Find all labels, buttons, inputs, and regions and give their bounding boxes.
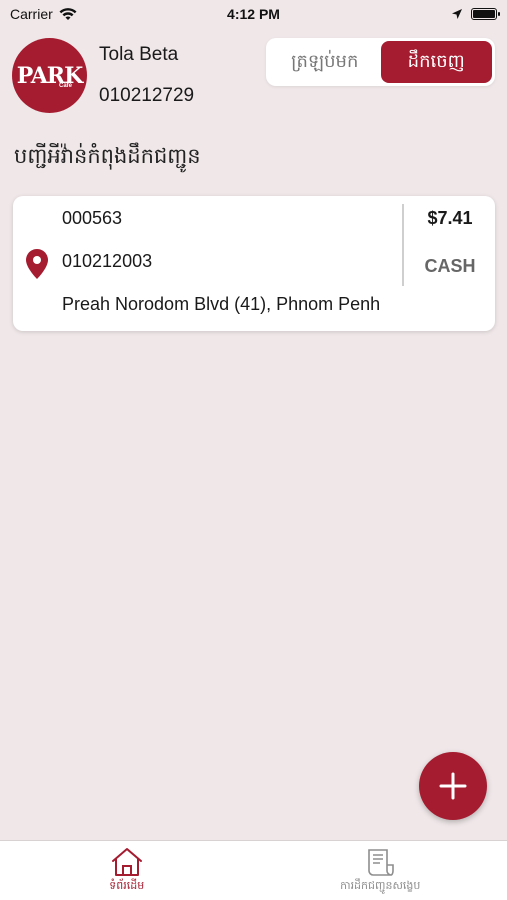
location-arrow-icon — [452, 9, 462, 19]
plus-icon — [439, 772, 467, 800]
location-pin-icon — [26, 249, 48, 279]
status-bar: Carrier 4:12 PM — [0, 0, 507, 28]
segment-return[interactable]: ត្រឡប់មក — [269, 41, 381, 83]
tab-delivery-summary[interactable]: ការដឹកជញ្ជូនសង្ខេប — [254, 841, 507, 900]
tab-delivery-summary-label: ការដឹកជញ្ជូនសង្ខេប — [340, 880, 421, 892]
segment-outgoing[interactable]: ដឹកចេញ — [380, 41, 492, 83]
card-divider — [402, 204, 404, 286]
section-title: បញ្ជីអីវ៉ាន់កំពុងដឹកជញ្ជូន — [14, 145, 201, 168]
status-right — [451, 8, 500, 20]
receipt-icon — [368, 849, 395, 876]
wifi-icon — [59, 8, 77, 20]
carrier-label: Carrier — [10, 6, 53, 22]
user-name: Tola Beta — [99, 44, 179, 65]
status-left: Carrier — [10, 6, 77, 22]
battery-icon — [471, 8, 500, 20]
payment-method: CASH — [424, 256, 476, 276]
order-address: Preah Norodom Blvd (41), Phnom Penh — [62, 294, 381, 314]
delivery-mode-segmented-control: ត្រឡប់មក ដឹកចេញ — [266, 38, 495, 86]
order-id: 000563 — [62, 208, 123, 228]
tab-home-label: ទំព័រដើម — [109, 880, 145, 892]
logo-sub: Café — [59, 83, 73, 89]
order-card[interactable]: 000563 010212003 Preah Norodom Blvd (41)… — [13, 196, 495, 331]
tab-home[interactable]: ទំព័រដើម — [0, 841, 254, 900]
order-phone: 010212003 — [62, 251, 153, 271]
battery-fill — [473, 10, 495, 18]
tab-bar: ទំព័រដើម ការដឹកជញ្ជូនសង្ខេប — [0, 840, 507, 900]
user-phone: 010212729 — [99, 85, 195, 106]
home-icon — [111, 848, 142, 876]
add-order-button[interactable] — [419, 752, 487, 820]
park-cafe-logo: PARK Café — [12, 38, 87, 113]
status-time: 4:12 PM — [227, 6, 280, 22]
logo-text: PARK — [16, 62, 83, 89]
order-amount: $7.41 — [427, 208, 473, 228]
header: PARK Café Tola Beta 010212729 ត្រឡប់មក ដ… — [12, 36, 495, 116]
